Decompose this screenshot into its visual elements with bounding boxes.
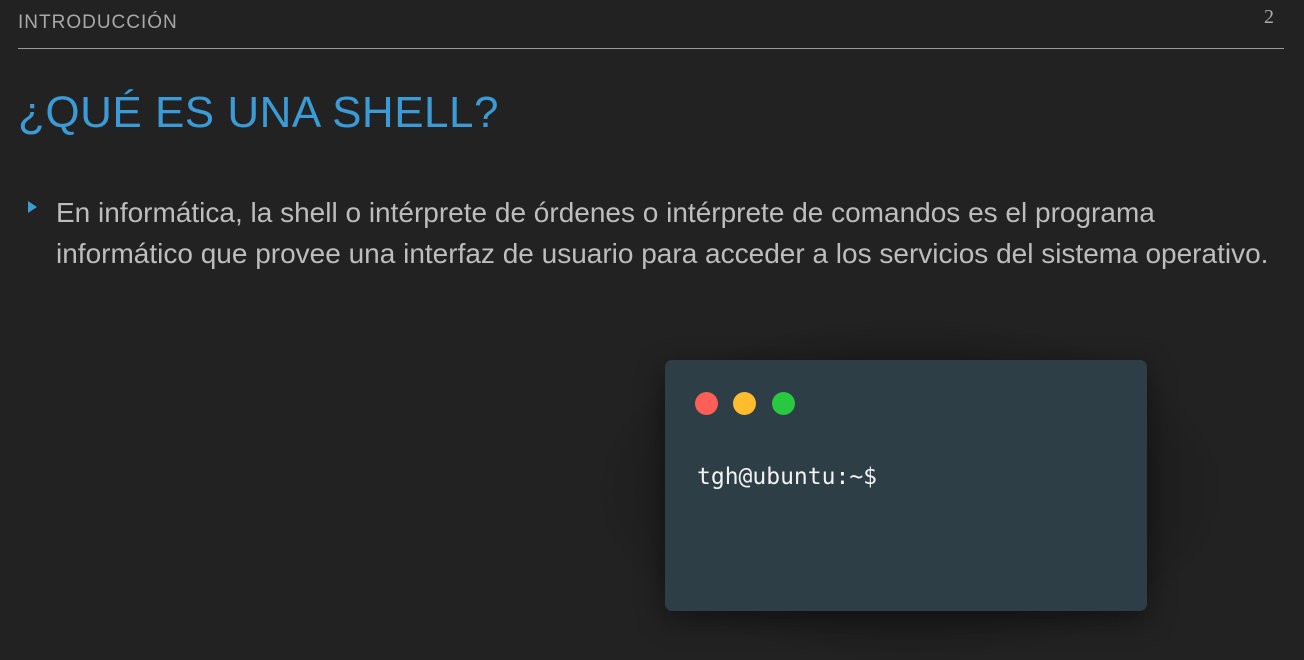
maximize-dot-icon <box>772 392 795 415</box>
section-label: INTRODUCCIÓN <box>18 12 178 33</box>
terminal-window: tgh@ubuntu:~$ <box>665 360 1147 611</box>
bullet-text: En informática, la shell o intérprete de… <box>56 197 1269 269</box>
slide-title: ¿QUÉ ES UNA SHELL? <box>18 88 499 137</box>
terminal-prompt: tgh@ubuntu:~$ <box>697 464 878 490</box>
bullet-triangle-icon <box>28 201 37 213</box>
slide-header: INTRODUCCIÓN 2 <box>18 0 1284 49</box>
page-number: 2 <box>1264 6 1274 28</box>
close-dot-icon <box>695 392 718 415</box>
minimize-dot-icon <box>733 392 756 415</box>
